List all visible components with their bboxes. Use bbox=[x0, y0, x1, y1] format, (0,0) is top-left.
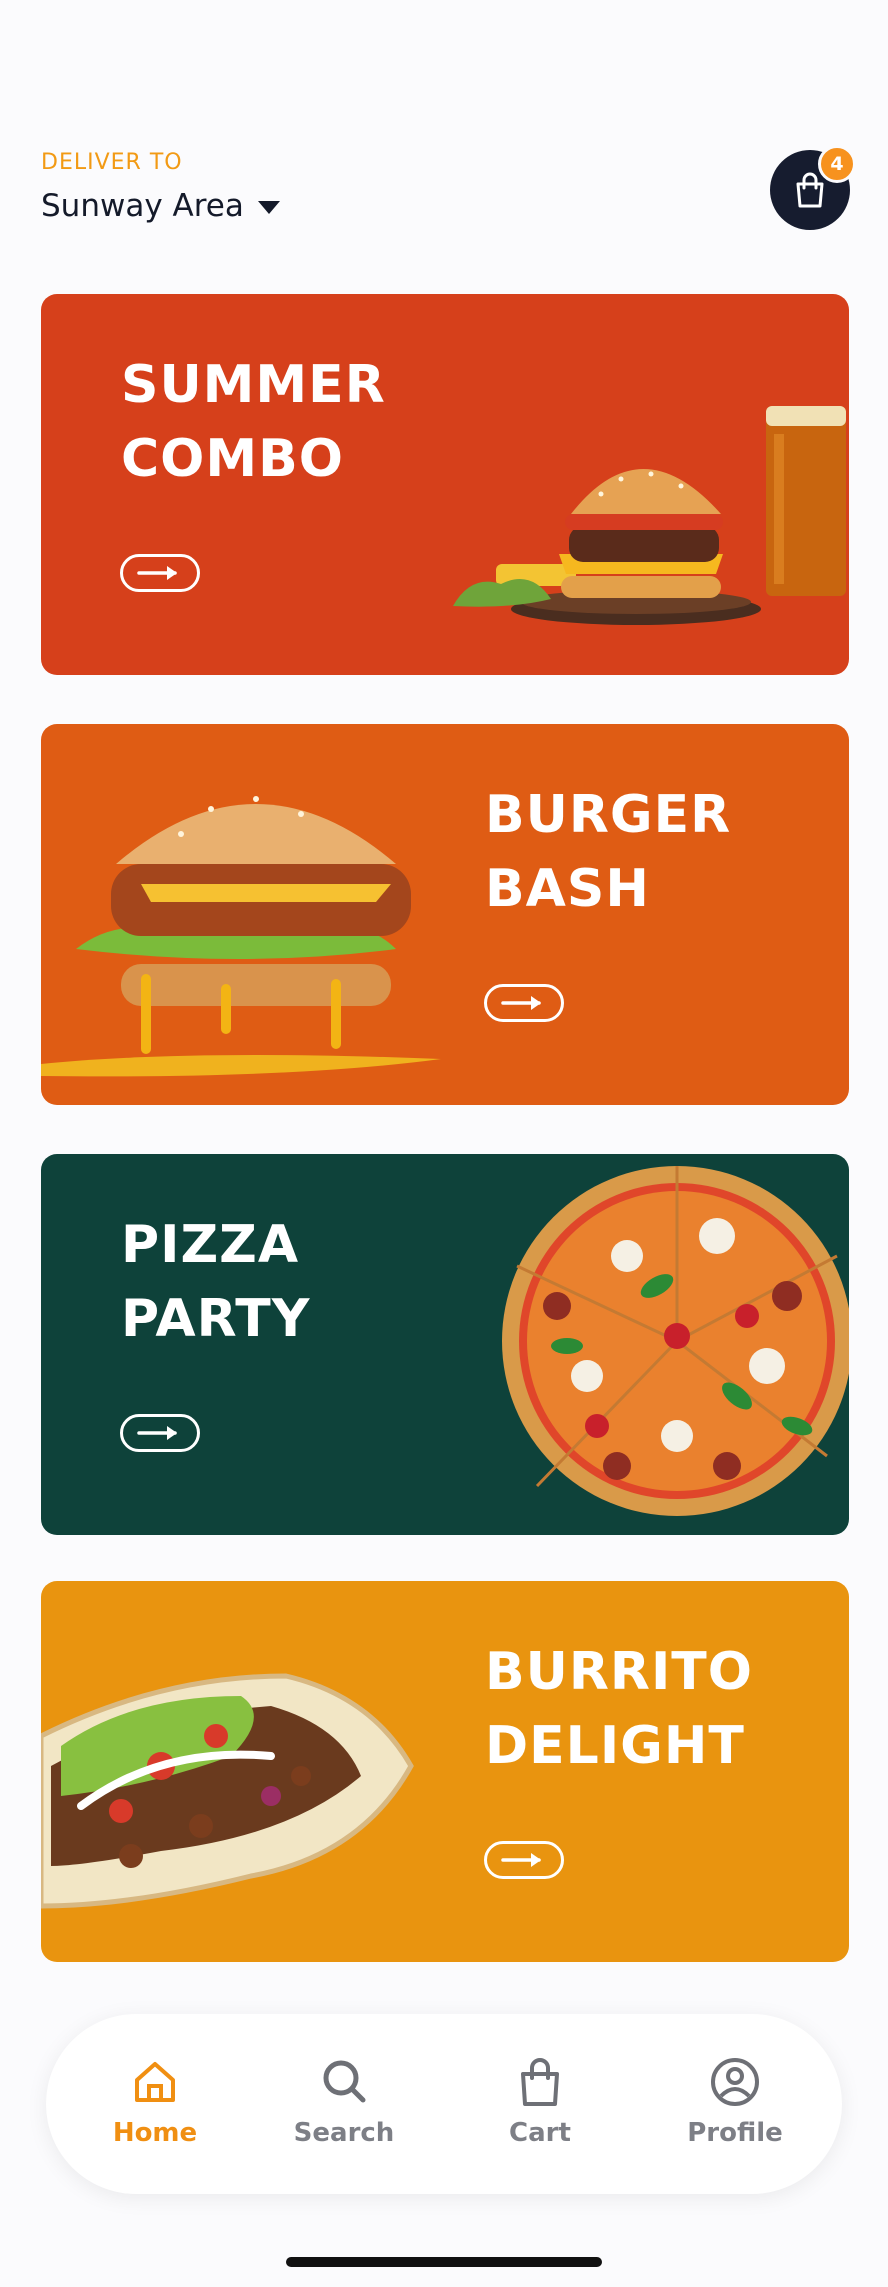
card-title: BURRITO DELIGHT bbox=[485, 1642, 753, 1776]
arrow-button[interactable] bbox=[484, 984, 564, 1022]
nav-label: Home bbox=[112, 2118, 198, 2148]
location-text: Sunway Area bbox=[41, 188, 244, 224]
arrow-right-icon bbox=[501, 996, 541, 1010]
profile-icon bbox=[711, 2058, 759, 2106]
nav-label: Profile bbox=[687, 2118, 783, 2148]
location-selector[interactable]: Sunway Area bbox=[41, 188, 280, 224]
promo-card-burrito-delight[interactable]: BURRITO DELIGHT bbox=[41, 1581, 849, 1962]
burger-and-beer-image bbox=[453, 406, 846, 625]
arrow-button[interactable] bbox=[484, 1841, 564, 1879]
arrow-button[interactable] bbox=[120, 554, 200, 592]
arrow-button[interactable] bbox=[120, 1414, 200, 1452]
arrow-right-icon bbox=[137, 566, 177, 580]
cheese-burger-image bbox=[41, 796, 441, 1077]
nav-label: Search bbox=[293, 2118, 395, 2148]
nav-label: Cart bbox=[509, 2118, 571, 2148]
arrow-right-icon bbox=[137, 1426, 177, 1440]
nav-item-home[interactable]: Home bbox=[75, 2054, 235, 2164]
arrow-right-icon bbox=[501, 1853, 541, 1867]
card-title: PIZZA PARTY bbox=[121, 1215, 311, 1349]
promo-card-summer-combo[interactable]: SUMMER COMBO bbox=[41, 294, 849, 675]
nav-item-profile[interactable]: Profile bbox=[655, 2054, 815, 2164]
home-icon bbox=[135, 2062, 175, 2102]
nav-item-cart[interactable]: Cart bbox=[460, 2054, 620, 2164]
bag-icon bbox=[521, 2058, 559, 2106]
nav-item-search[interactable]: Search bbox=[264, 2054, 424, 2164]
bottom-nav: Home Search Cart Profile bbox=[46, 2014, 842, 2194]
cart-count-badge: 4 bbox=[818, 145, 856, 183]
card-title: BURGER BASH bbox=[485, 785, 732, 919]
search-icon bbox=[323, 2060, 366, 2103]
card-title: SUMMER COMBO bbox=[121, 355, 386, 489]
caret-down-icon bbox=[257, 200, 280, 214]
home-indicator bbox=[286, 2257, 602, 2267]
promo-card-pizza-party[interactable]: PIZZA PARTY bbox=[41, 1154, 849, 1535]
promo-card-burger-bash[interactable]: BURGER BASH bbox=[41, 724, 849, 1105]
deliver-to-label: DELIVER TO bbox=[41, 150, 183, 175]
pizza-image bbox=[502, 1166, 849, 1516]
burrito-image bbox=[41, 1673, 414, 1909]
